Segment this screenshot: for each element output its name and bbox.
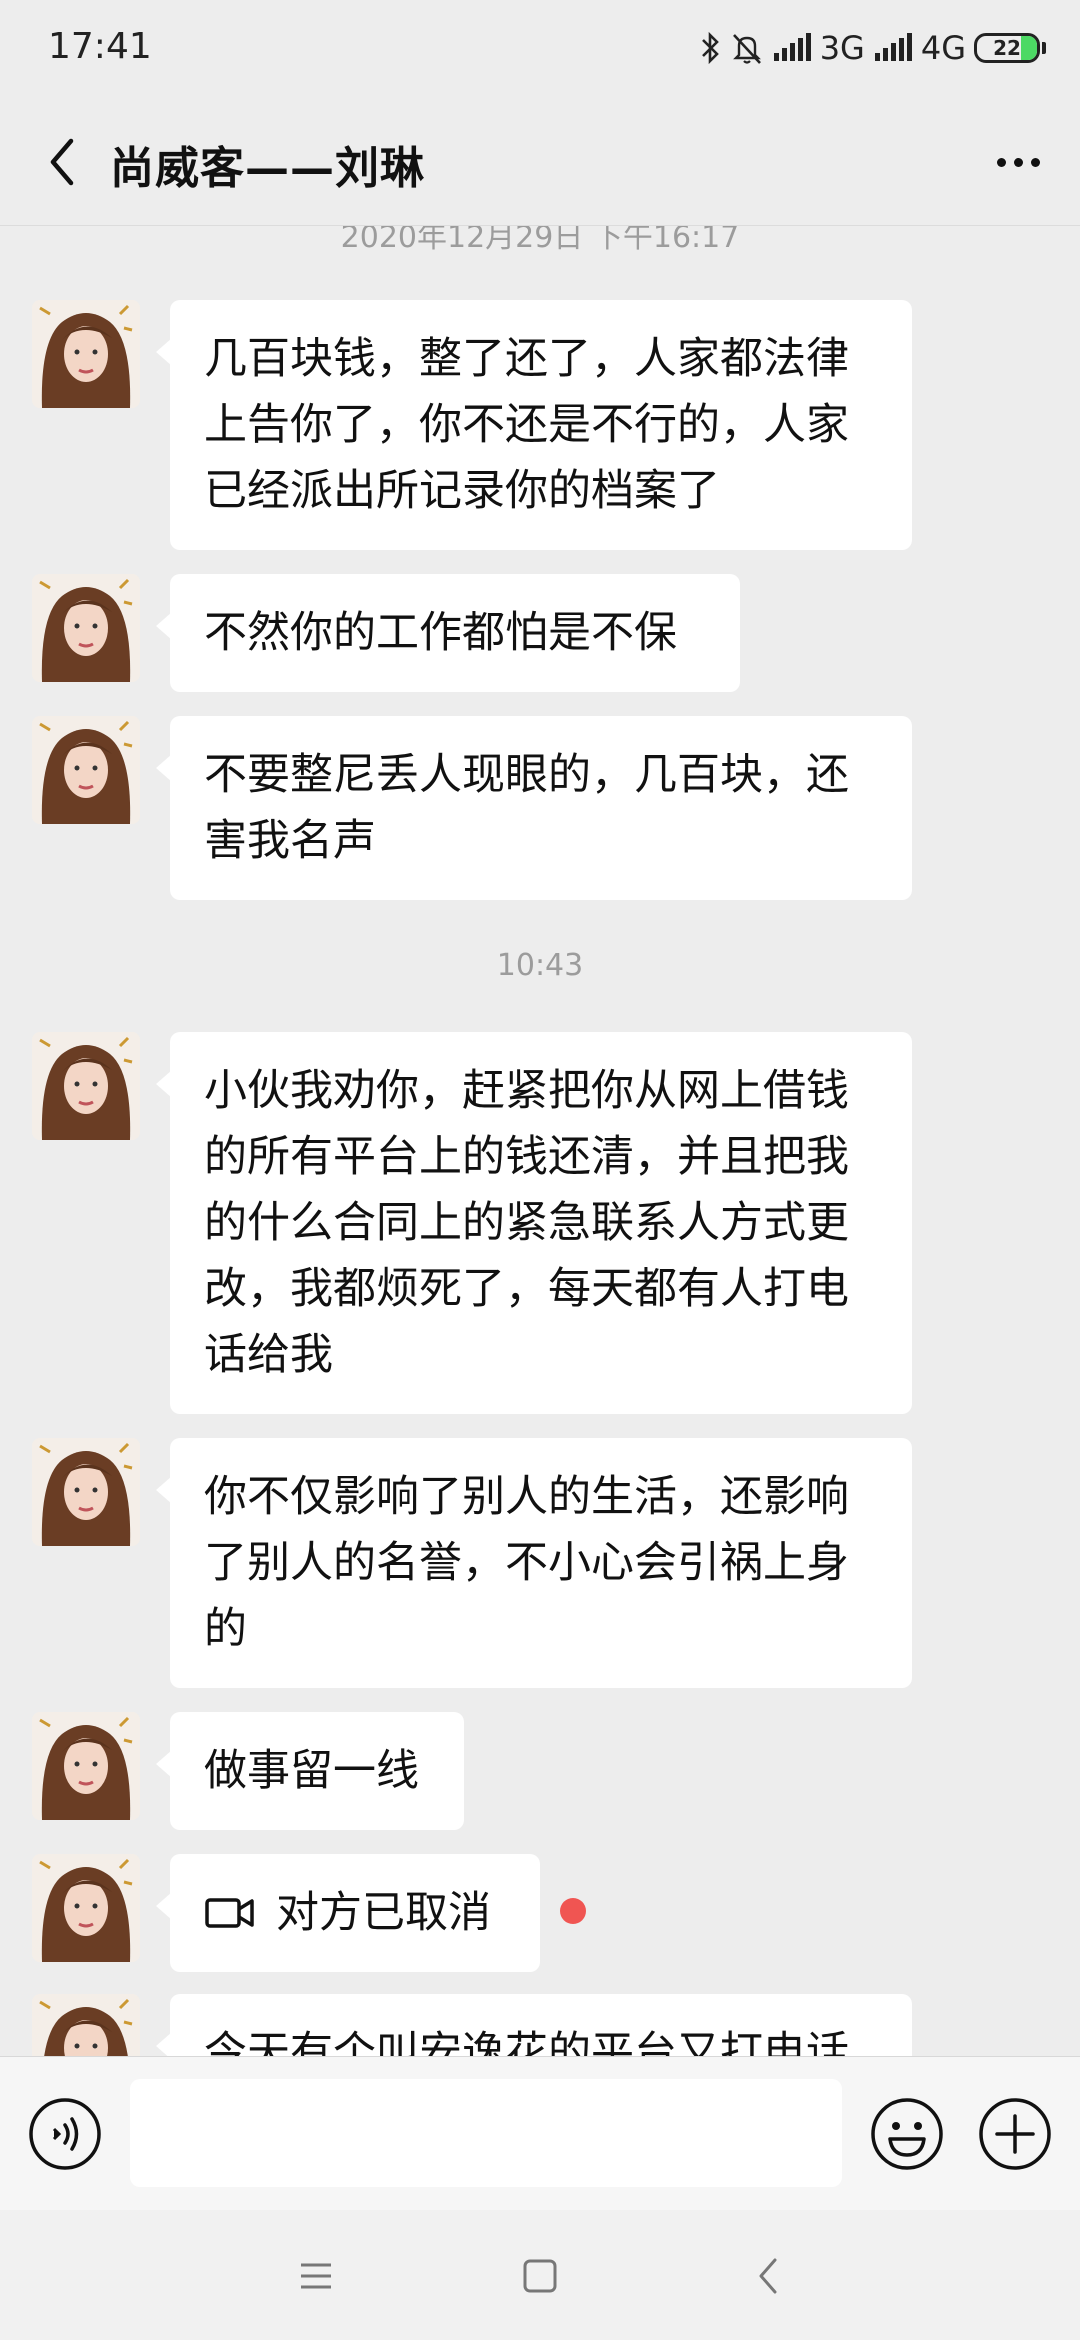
message-bubble[interactable]: 做事留一线 — [156, 1712, 464, 1830]
message-text: 不要整尼丢人现眼的，几百块，还 — [204, 750, 849, 800]
message-text: 几百块钱，整了还了，人家都法律 — [204, 334, 849, 384]
avatar[interactable] — [32, 1712, 140, 1820]
message-text: 改，我都烦死了，每天都有人打电 — [204, 1264, 849, 1314]
input-bar — [0, 2056, 1080, 2210]
status-time: 17:41 — [48, 26, 152, 67]
message-input[interactable] — [130, 2079, 842, 2187]
more-button[interactable] — [982, 130, 1054, 194]
message-text: 今天有个叫安逸花的平台又打电话 — [204, 2028, 849, 2056]
chat-header: 尚威客——刘琳 — [0, 100, 1080, 226]
avatar[interactable] — [32, 1438, 140, 1546]
emoji-button[interactable] — [870, 2097, 944, 2171]
message-bubble[interactable]: 不然你的工作都怕是不保 — [156, 574, 740, 692]
message-bubble[interactable]: 你不仅影响了别人的生活，还影响 了别人的名誉，不小心会引祸上身 的 — [156, 1438, 912, 1688]
message-text: 的什么合同上的紧急联系人方式更 — [204, 1198, 849, 1248]
message-text: 做事留一线 — [204, 1746, 419, 1796]
avatar[interactable] — [32, 1032, 140, 1140]
message-text: 的所有平台上的钱还清，并且把我 — [204, 1132, 849, 1182]
message-text: 不然你的工作都怕是不保 — [204, 608, 677, 658]
more-dots-icon — [996, 157, 1006, 167]
message-text: 已经派出所记录你的档案了 — [204, 466, 720, 516]
call-status-text: 对方已取消 — [276, 1888, 491, 1938]
avatar[interactable] — [32, 1994, 140, 2056]
back-button[interactable] — [30, 130, 94, 194]
timestamp: 2020年12月29日 下午16:17 — [340, 226, 740, 255]
message-text: 了别人的名誉，不小心会引祸上身 — [204, 1538, 849, 1588]
recent-apps-button[interactable] — [284, 2244, 348, 2308]
page-title: 尚威客——刘琳 — [110, 143, 425, 194]
battery-icon: 22 — [974, 33, 1040, 63]
timestamp: 10:43 — [496, 948, 584, 983]
message-bubble[interactable]: 几百块钱，整了还了，人家都法律 上告你了，你不还是不行的，人家 已经派出所记录你… — [156, 300, 912, 550]
status-bar: 17:41 3G 4G 22 — [0, 0, 1080, 100]
message-bubble[interactable]: 今天有个叫安逸花的平台又打电话 — [156, 1994, 912, 2056]
mute-bell-icon — [730, 31, 764, 65]
video-call-icon — [205, 1898, 254, 1928]
signal-icon — [772, 33, 812, 63]
status-icons: 3G 4G 22 — [700, 28, 1046, 68]
message-text: 小伙我劝你，赶紧把你从网上借钱 — [204, 1066, 849, 1116]
message-text: 上告你了，你不还是不行的，人家 — [204, 400, 849, 450]
network-4g: 4G — [920, 29, 966, 67]
chevron-left-icon — [50, 138, 74, 186]
home-button[interactable] — [508, 2244, 572, 2308]
more-actions-button[interactable] — [978, 2097, 1052, 2171]
message-text: 的 — [204, 1604, 247, 1654]
home-icon — [523, 2259, 557, 2293]
avatar[interactable] — [32, 1854, 140, 1962]
video-call-bubble[interactable]: 对方已取消 — [156, 1854, 540, 1972]
signal-icon — [873, 33, 913, 63]
network-3g: 3G — [819, 29, 865, 67]
avatar[interactable] — [32, 716, 140, 824]
message-text: 话给我 — [204, 1330, 333, 1380]
bluetooth-icon — [700, 31, 722, 65]
voice-button[interactable] — [28, 2097, 102, 2171]
avatar[interactable] — [32, 574, 140, 682]
message-bubble[interactable]: 不要整尼丢人现眼的，几百块，还 害我名声 — [156, 716, 912, 900]
voice-icon — [29, 2098, 101, 2170]
system-nav-bar — [0, 2210, 1080, 2340]
message-bubble[interactable]: 小伙我劝你，赶紧把你从网上借钱 的所有平台上的钱还清，并且把我 的什么合同上的紧… — [156, 1032, 912, 1414]
unread-dot — [560, 1898, 586, 1924]
plus-icon — [979, 2098, 1051, 2170]
message-text: 害我名声 — [204, 816, 376, 866]
message-text: 你不仅影响了别人的生活，还影响 — [204, 1472, 849, 1522]
back-icon — [759, 2258, 777, 2294]
battery-level: 22 — [993, 36, 1021, 60]
menu-icon — [301, 2263, 331, 2289]
avatar[interactable] — [32, 300, 140, 408]
chat-messages[interactable]: 2020年12月29日 下午16:17 几百块钱，整了还了，人家都法律 上告你了… — [0, 226, 1080, 2056]
emoji-icon — [871, 2098, 943, 2170]
system-back-button[interactable] — [736, 2244, 800, 2308]
